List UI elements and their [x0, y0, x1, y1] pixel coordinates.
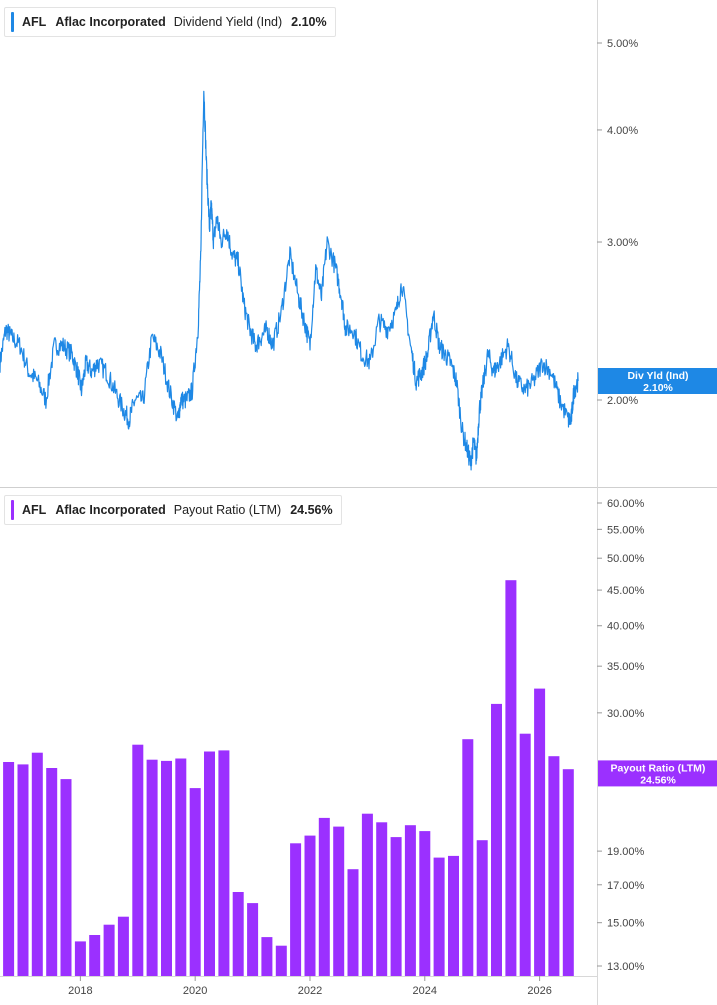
- x-tick-label: 2022: [298, 985, 322, 997]
- dividend-yield-panel: [0, 90, 579, 471]
- legend-company-name: Aflac Incorporated: [55, 15, 166, 29]
- payout-ratio-bar: [161, 760, 172, 976]
- legend-swatch-blue: [11, 12, 14, 32]
- payout-ratio-bar: [390, 837, 402, 976]
- y1-tick-label: 3.00%: [607, 237, 638, 249]
- payout-ratio-bar: [218, 750, 230, 976]
- payout-ratio-bar: [505, 580, 517, 976]
- payout-ratio-bar: [376, 822, 388, 976]
- y2-tick-label: 30.00%: [607, 708, 645, 720]
- y2-tick-label: 45.00%: [607, 585, 645, 597]
- y2-tick-label: 13.00%: [607, 961, 645, 973]
- dividend-yield-flag-value: 2.10%: [643, 382, 673, 394]
- legend-metric: Payout Ratio (LTM): [173, 503, 282, 517]
- payout-ratio-bar: [476, 840, 488, 976]
- payout-ratio-bar: [17, 764, 29, 976]
- payout-ratio-bar: [204, 751, 215, 976]
- legend-swatch-purple: [11, 500, 14, 520]
- x-tick-label: 2018: [68, 985, 92, 997]
- y1-tick-label: 5.00%: [607, 38, 638, 50]
- payout-ratio-bar: [3, 762, 15, 976]
- legend-value: 2.10%: [291, 15, 327, 29]
- x-tick-label: 2020: [183, 985, 207, 997]
- payout-ratio-bar: [347, 869, 359, 976]
- x-tick-label: 2024: [413, 985, 437, 997]
- legend-dividend-yield[interactable]: AFL Aflac Incorporated Dividend Yield (I…: [4, 7, 336, 37]
- payout-ratio-bar: [304, 835, 316, 976]
- y2-tick-label: 15.00%: [607, 918, 645, 930]
- payout-ratio-bar: [74, 941, 86, 976]
- dividend-yield-flag-label: Div Yld (Ind): [627, 370, 688, 382]
- legend-company-name: Aflac Incorporated: [55, 503, 166, 517]
- payout-ratio-flag-value: 24.56%: [640, 774, 676, 786]
- payout-ratio-bar: [562, 769, 574, 976]
- payout-ratio-bar: [103, 924, 115, 976]
- y2-tick-label: 50.00%: [607, 553, 645, 565]
- payout-ratio-bar: [275, 945, 287, 976]
- payout-ratio-bar: [117, 916, 129, 976]
- payout-ratio-bar: [433, 857, 445, 976]
- payout-ratio-bar: [534, 688, 546, 976]
- payout-ratio-bar: [519, 733, 531, 976]
- y2-tick-label: 19.00%: [607, 846, 645, 858]
- payout-ratio-bar: [404, 825, 416, 976]
- legend-payout-ratio[interactable]: AFL Aflac Incorporated Payout Ratio (LTM…: [4, 495, 342, 525]
- payout-ratio-bar: [318, 817, 330, 976]
- x-tick-label: 2026: [527, 985, 551, 997]
- y2-tick-label: 55.00%: [607, 524, 645, 536]
- payout-ratio-bar: [146, 759, 158, 976]
- payout-ratio-bar: [448, 855, 459, 976]
- y2-tick-label: 17.00%: [607, 880, 645, 892]
- payout-ratio-bar: [232, 892, 244, 976]
- dividend-yield-line: [0, 90, 579, 471]
- payout-ratio-bar: [361, 813, 373, 976]
- payout-ratio-bar: [419, 831, 431, 976]
- payout-ratio-bar: [247, 903, 259, 976]
- y1-tick-label: 2.00%: [607, 395, 638, 407]
- payout-ratio-panel: [3, 580, 574, 976]
- payout-ratio-bar: [548, 756, 560, 976]
- payout-ratio-bar: [462, 739, 474, 976]
- legend-value: 24.56%: [290, 503, 333, 517]
- legend-ticker: AFL: [22, 15, 47, 29]
- legend-metric: Dividend Yield (Ind): [173, 15, 283, 29]
- payout-ratio-bar: [60, 779, 72, 976]
- payout-ratio-flag-label: Payout Ratio (LTM): [611, 762, 706, 774]
- payout-ratio-bar: [31, 752, 43, 976]
- legend-ticker: AFL: [22, 503, 47, 517]
- payout-ratio-bar: [89, 935, 101, 976]
- payout-ratio-bar: [261, 937, 273, 976]
- y2-tick-label: 40.00%: [607, 621, 645, 633]
- payout-ratio-bar: [175, 758, 187, 976]
- payout-ratio-bar: [132, 744, 144, 976]
- payout-ratio-bar: [290, 843, 302, 976]
- payout-ratio-bar: [46, 768, 58, 976]
- payout-ratio-bar: [491, 703, 502, 976]
- payout-ratio-bar: [189, 788, 201, 976]
- y2-tick-label: 35.00%: [607, 661, 645, 673]
- y2-tick-label: 60.00%: [607, 498, 645, 510]
- payout-ratio-bar: [333, 826, 345, 976]
- y1-tick-label: 4.00%: [607, 125, 638, 137]
